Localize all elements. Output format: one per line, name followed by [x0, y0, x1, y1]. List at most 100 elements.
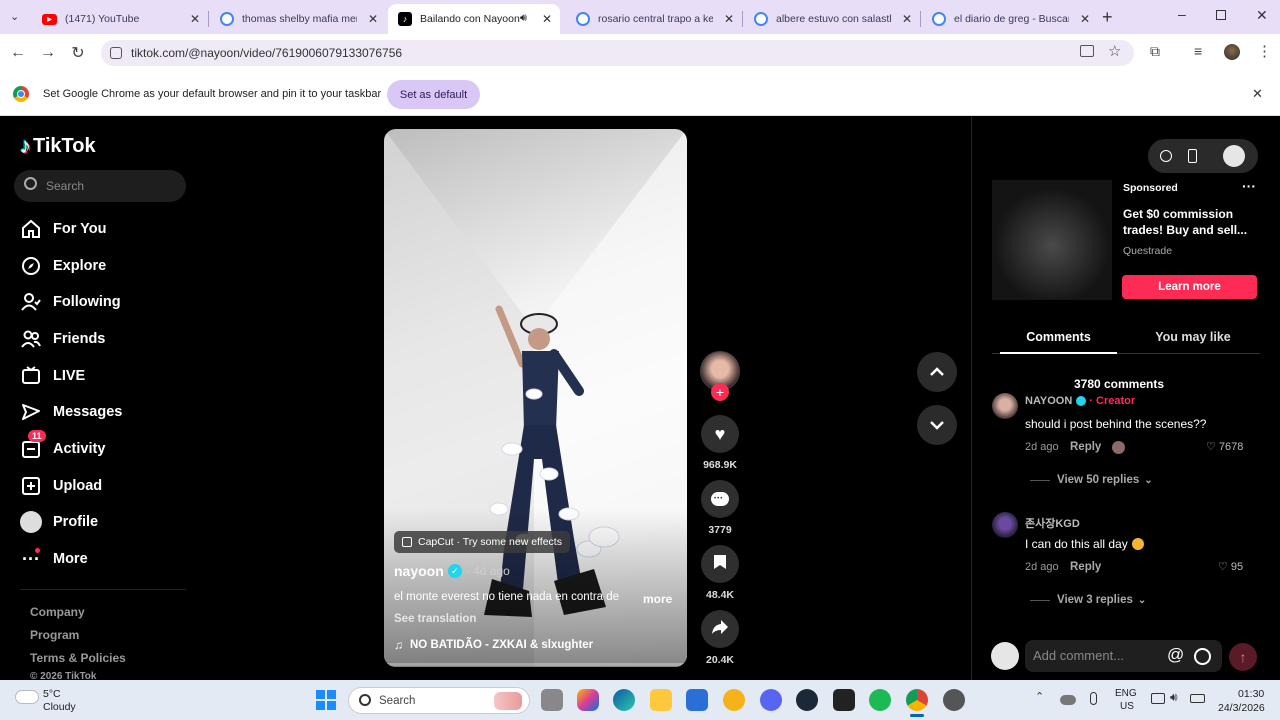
task-view-icon[interactable]	[541, 689, 563, 711]
effect-chip[interactable]: CapCut · Try some new effects	[394, 531, 570, 553]
close-tab-icon[interactable]: ✕	[542, 12, 552, 26]
settings-gear-icon[interactable]	[943, 689, 965, 711]
emoji-picker-icon[interactable]	[1194, 648, 1211, 665]
close-tab-icon[interactable]: ✕	[902, 12, 912, 26]
network-icon[interactable]	[1151, 693, 1165, 704]
windows-start-icon[interactable]	[316, 690, 336, 710]
nav-more[interactable]: ··· More	[20, 545, 88, 573]
close-tab-icon[interactable]: ✕	[368, 12, 378, 26]
spotify-icon[interactable]	[869, 689, 891, 711]
comment-like-row[interactable]: ♡ 7678	[1206, 440, 1243, 454]
profile-avatar[interactable]	[1224, 44, 1240, 60]
tab-google-search[interactable]: thomas shelby mafia mem ✕	[210, 4, 386, 34]
chrome-menu-icon[interactable]: ⋮	[1257, 42, 1272, 60]
restore-icon[interactable]	[1216, 10, 1226, 20]
nav-upload[interactable]: Upload	[20, 472, 102, 500]
comment-like-row[interactable]: ♡ 95	[1218, 560, 1243, 574]
ad-thumbnail[interactable]	[992, 180, 1112, 300]
tiktok-search-bar[interactable]: Search	[14, 170, 186, 202]
clock-time[interactable]: 01:30	[1238, 688, 1264, 700]
language-label[interactable]: ENG	[1115, 688, 1137, 699]
weather-cloud-icon[interactable]	[15, 690, 39, 704]
comment-avatar[interactable]	[992, 393, 1018, 419]
see-translation-link[interactable]: See translation	[394, 613, 476, 625]
bookmark-star-icon[interactable]: ☆	[1108, 42, 1121, 60]
close-tab-icon[interactable]: ✕	[1080, 12, 1090, 26]
tab-search-dropdown-icon[interactable]: ⌄	[10, 10, 19, 23]
tiktok-logo[interactable]: ♪ TikTok	[20, 133, 96, 159]
media-controls-icon[interactable]: ≡	[1194, 43, 1202, 59]
new-tab-icon[interactable]: +	[1102, 7, 1113, 28]
reload-icon[interactable]: ↻	[67, 42, 89, 64]
audio-playing-icon[interactable]: 🔊︎	[520, 12, 527, 25]
tab-google-search[interactable]: rosario central trapo a key ✕	[566, 4, 742, 34]
footer-program-link[interactable]: Program	[30, 628, 79, 642]
microsoft-store-icon[interactable]	[686, 689, 708, 711]
site-info-icon[interactable]	[110, 47, 122, 59]
discord-icon[interactable]	[760, 689, 782, 711]
comment-avatar[interactable]	[992, 512, 1018, 538]
next-video-button[interactable]	[917, 405, 957, 445]
extensions-icon[interactable]: ⧉	[1150, 43, 1160, 60]
tab-google-search[interactable]: el diario de greg - Buscar c ✕	[922, 4, 1098, 34]
video-progress-bar[interactable]	[384, 663, 687, 666]
back-arrow-icon[interactable]: ←	[7, 42, 29, 64]
nav-friends[interactable]: Friends	[20, 325, 105, 353]
chrome-taskbar-icon[interactable]	[906, 689, 928, 711]
minimize-icon[interactable]: –	[1178, 6, 1186, 22]
onedrive-icon[interactable]	[1060, 695, 1076, 705]
region-label[interactable]: US	[1120, 701, 1134, 712]
nav-profile[interactable]: Profile	[20, 508, 98, 536]
tray-chevron-up-icon[interactable]: ⌃	[1035, 690, 1044, 703]
footer-terms-link[interactable]: Terms & Policies	[30, 651, 126, 665]
tab-youtube[interactable]: ▶ (1471) YouTube ✕	[32, 4, 208, 34]
follow-plus-icon[interactable]: +	[711, 383, 729, 401]
tab-comments[interactable]: Comments	[1000, 330, 1117, 344]
nav-explore[interactable]: Explore	[20, 252, 106, 280]
nav-activity[interactable]: 11 Activity	[20, 430, 105, 463]
tab-google-search[interactable]: albere estuvo con salastkb ✕	[744, 4, 920, 34]
comment-username[interactable]: 존사장KGD	[1025, 515, 1080, 531]
nav-following[interactable]: Following	[20, 288, 121, 316]
browser-app-icon[interactable]	[723, 689, 745, 711]
ad-title[interactable]: Get $0 commission trades! Buy and sell..…	[1123, 206, 1253, 238]
view-replies-button[interactable]: View 3 replies ⌄	[1030, 594, 1146, 606]
view-replies-button[interactable]: View 50 replies ⌄	[1030, 474, 1153, 486]
save-button[interactable]	[701, 545, 739, 583]
tab-tiktok-active[interactable]: ♪ Bailando con Nayoon 🔊︎ ✕	[388, 4, 560, 34]
taskbar-search[interactable]: Search	[348, 687, 530, 714]
learn-more-button[interactable]: Learn more	[1122, 275, 1257, 299]
url-text[interactable]: tiktok.com/@nayoon/video/761900607913307…	[131, 46, 402, 60]
search-input[interactable]: Search	[46, 179, 84, 193]
set-as-default-button[interactable]: Set as default	[387, 80, 480, 109]
steam-icon[interactable]	[796, 689, 818, 711]
game-app-icon[interactable]	[833, 689, 855, 711]
window-close-icon[interactable]: ✕	[1256, 7, 1268, 24]
battery-icon[interactable]	[1190, 694, 1205, 703]
microphone-icon[interactable]	[1090, 692, 1097, 705]
clock-date[interactable]: 24/3/2026	[1218, 702, 1265, 714]
volume-icon[interactable]: 🔊︎	[1170, 690, 1178, 705]
comment-reply-button[interactable]: Reply	[1070, 441, 1101, 453]
nav-live[interactable]: LIVE	[20, 362, 85, 390]
caption-more-button[interactable]: more	[643, 592, 672, 606]
tab-you-may-like[interactable]: You may like	[1130, 330, 1256, 344]
coin-icon[interactable]	[1160, 150, 1172, 162]
ad-options-icon[interactable]: ···	[1242, 178, 1256, 194]
close-tab-icon[interactable]: ✕	[724, 12, 734, 26]
infobar-close-icon[interactable]: ✕	[1252, 86, 1263, 102]
add-comment-input[interactable]: Add comment... @	[1025, 640, 1222, 672]
video-player[interactable]: CapCut · Try some new effects nayoon ✓ ·…	[384, 129, 687, 667]
comment-reply-button[interactable]: Reply	[1070, 561, 1101, 573]
nav-messages[interactable]: Messages	[20, 398, 122, 426]
video-author[interactable]: nayoon	[394, 563, 444, 579]
send-comment-button[interactable]: ↑	[1229, 643, 1257, 671]
user-avatar[interactable]	[1223, 145, 1245, 167]
share-button[interactable]	[701, 610, 739, 648]
mention-icon[interactable]: @	[1167, 645, 1184, 665]
close-tab-icon[interactable]: ✕	[190, 12, 200, 26]
copilot-icon[interactable]	[577, 689, 599, 711]
edge-icon[interactable]	[613, 689, 635, 711]
comment-username[interactable]: NAYOON	[1025, 395, 1072, 407]
comment-button[interactable]: •••	[701, 480, 739, 518]
